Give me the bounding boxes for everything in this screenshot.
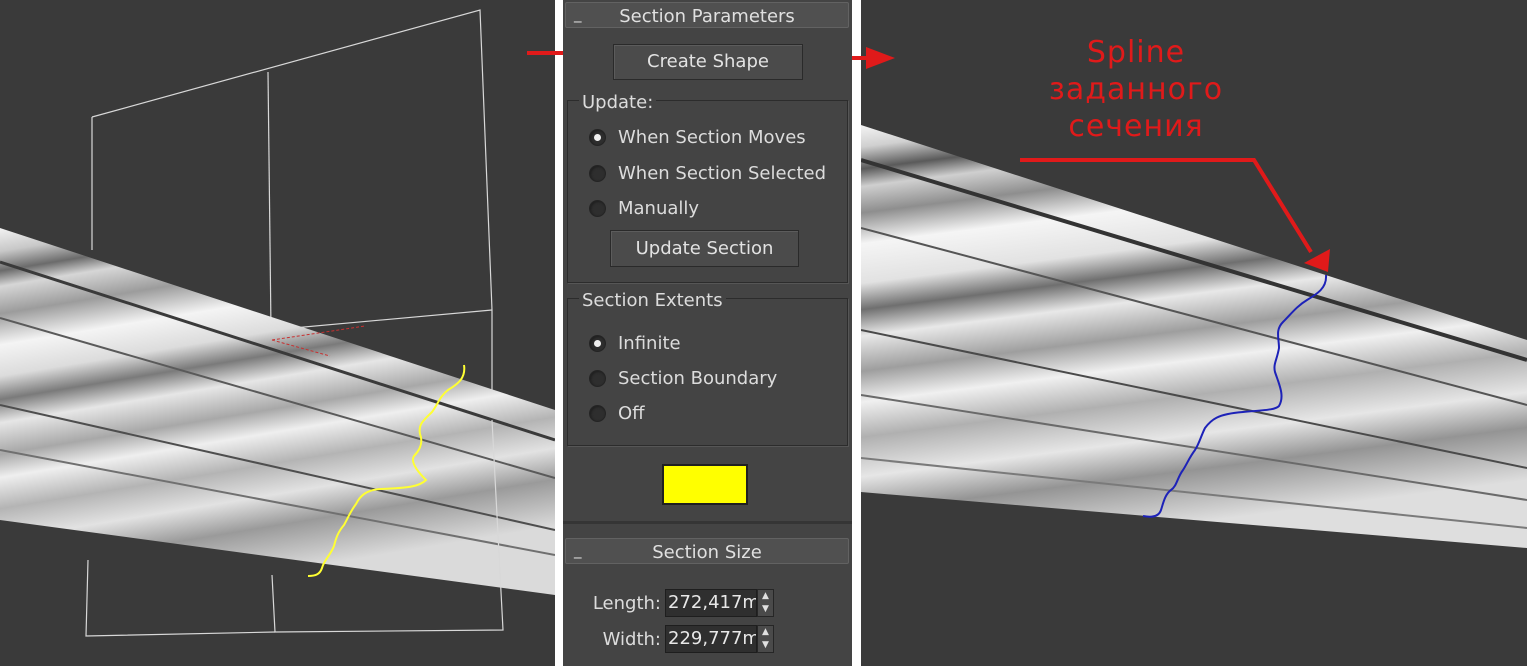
section-size-header[interactable]: _ Section Size bbox=[565, 538, 849, 564]
radio-label: When Section Selected bbox=[618, 163, 827, 184]
section-extents-title: Section Extents bbox=[579, 290, 726, 311]
section-parameters-header[interactable]: _ Section Parameters bbox=[565, 2, 849, 28]
length-spinner[interactable]: ▲ ▼ bbox=[757, 589, 774, 617]
annotation-line-2: заданного bbox=[1048, 72, 1224, 107]
right-viewport[interactable]: Spline заданного сечения bbox=[861, 0, 1527, 666]
radio-label: Manually bbox=[618, 198, 700, 219]
section-plane-lower-left bbox=[85, 559, 276, 637]
width-label: Width: bbox=[602, 628, 661, 650]
left-viewport[interactable] bbox=[0, 0, 555, 666]
spinner-down-icon[interactable]: ▼ bbox=[758, 639, 773, 652]
update-group-title: Update: bbox=[579, 92, 657, 113]
width-row: Width: 229,777m ▲ ▼ bbox=[581, 625, 774, 653]
radio-button-icon[interactable] bbox=[589, 200, 606, 217]
length-row: Length: 272,417m ▲ ▼ bbox=[581, 589, 774, 617]
radio-section-boundary[interactable]: Section Boundary bbox=[589, 368, 777, 389]
radio-button-icon[interactable] bbox=[589, 405, 606, 422]
section-plane-midline bbox=[267, 71, 272, 331]
left-viewport-scene bbox=[0, 9, 555, 637]
spinner-down-icon[interactable]: ▼ bbox=[758, 603, 773, 616]
section-parameters-title: Section Parameters bbox=[619, 6, 795, 27]
radio-label: Infinite bbox=[618, 333, 681, 354]
radio-when-section-selected[interactable]: When Section Selected bbox=[589, 163, 826, 184]
radio-infinite[interactable]: Infinite bbox=[589, 333, 681, 354]
annotation-line-3: сечения bbox=[1068, 109, 1204, 144]
radio-button-icon[interactable] bbox=[589, 370, 606, 387]
section-plane-cross-line bbox=[270, 309, 493, 331]
radio-label: Section Boundary bbox=[618, 368, 778, 389]
radio-label: Off bbox=[618, 403, 645, 424]
radio-button-icon[interactable] bbox=[589, 129, 606, 146]
radio-manually[interactable]: Manually bbox=[589, 198, 699, 219]
radio-when-section-moves[interactable]: When Section Moves bbox=[589, 127, 806, 148]
section-size-title: Section Size bbox=[652, 542, 762, 563]
spinner-up-icon[interactable]: ▲ bbox=[758, 626, 773, 639]
radio-button-icon[interactable] bbox=[589, 335, 606, 352]
spinner-up-icon[interactable]: ▲ bbox=[758, 590, 773, 603]
create-shape-button[interactable]: Create Shape bbox=[613, 44, 803, 80]
radio-label: When Section Moves bbox=[618, 127, 806, 148]
section-command-panel: _ Section Parameters Create Shape Update… bbox=[563, 0, 852, 666]
radio-off[interactable]: Off bbox=[589, 403, 645, 424]
rollout-separator bbox=[563, 521, 852, 524]
update-section-button[interactable]: Update Section bbox=[610, 230, 799, 267]
annotation-line-1: Spline bbox=[1086, 35, 1186, 70]
length-label: Length: bbox=[592, 592, 661, 614]
width-spinner[interactable]: ▲ ▼ bbox=[757, 625, 774, 653]
spline-annotation: Spline заданного сечения bbox=[1036, 34, 1236, 145]
width-field[interactable]: 229,777m bbox=[665, 625, 757, 653]
section-color-swatch[interactable] bbox=[662, 464, 748, 505]
length-field[interactable]: 272,417m bbox=[665, 589, 757, 617]
radio-button-icon[interactable] bbox=[589, 165, 606, 182]
